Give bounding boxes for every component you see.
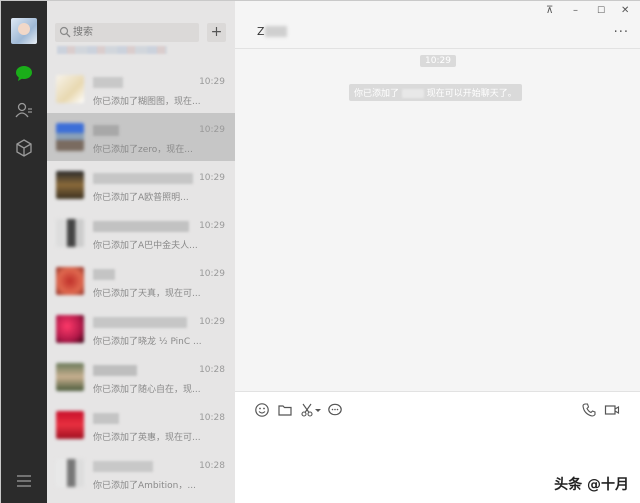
item-preview: 你已添加了随心自在，现... (93, 385, 201, 395)
chat-bubble-icon[interactable] (327, 402, 343, 418)
conversation-list: + 10:29 你已添加了糊图图，现在... 10:29 你已添加了zero，现… (47, 1, 235, 503)
contact-name (93, 317, 187, 328)
item-preview: 你已添加了晓龙 ½ PinC ... (93, 337, 202, 347)
item-preview: 你已添加了A欧普照明... (93, 193, 189, 203)
item-time: 10:29 (199, 221, 225, 231)
contact-avatar (56, 75, 84, 103)
system-message-suffix: 现在可以开始聊天了。 (426, 89, 517, 99)
system-message-prefix: 你已添加了 (354, 89, 400, 99)
pixelated-name (265, 26, 287, 37)
contact-name (93, 221, 189, 232)
contact-avatar (56, 315, 84, 343)
search-box[interactable] (55, 23, 199, 42)
chat-icon[interactable] (14, 63, 34, 83)
contact-name (93, 461, 153, 472)
item-preview: 你已添加了A巴中金夫人... (93, 241, 198, 251)
conversation-item[interactable]: 10:29 你已添加了糊图图，现在... (47, 65, 235, 113)
favorites-cube-icon[interactable] (14, 138, 34, 158)
item-preview: 你已添加了天真，现在可... (93, 289, 201, 299)
watermark: 头条 @十月 (554, 477, 629, 493)
pixelated-row (57, 46, 167, 54)
message-timestamp: 10:29 (420, 55, 456, 67)
conversation-item[interactable]: 10:28 你已添加了Ambition，... (47, 449, 235, 497)
contact-name (93, 269, 115, 280)
chat-title: Z (257, 25, 265, 38)
wechat-window: + 10:29 你已添加了糊图图，现在... 10:29 你已添加了zero，现… (0, 0, 640, 503)
item-preview: 你已添加了Ambition，... (93, 481, 196, 491)
contact-name (93, 125, 119, 136)
phone-icon[interactable] (581, 402, 597, 418)
item-time: 10:29 (199, 77, 225, 87)
conversation-item[interactable]: 10:29 你已添加了晓龙 ½ PinC ... (47, 305, 235, 353)
emoji-icon[interactable] (254, 402, 270, 418)
contact-name (93, 365, 137, 376)
item-time: 10:29 (199, 317, 225, 327)
item-preview: 你已添加了英惠，现在可... (93, 433, 201, 443)
contact-avatar (56, 411, 84, 439)
item-time: 10:29 (199, 173, 225, 183)
item-time: 10:28 (199, 413, 225, 423)
menu-icon[interactable] (14, 471, 34, 491)
system-message: 你已添加了 现在可以开始聊天了。 (349, 84, 522, 101)
item-time: 10:28 (199, 365, 225, 375)
contacts-icon[interactable] (14, 100, 34, 120)
add-button[interactable]: + (207, 23, 226, 42)
search-input[interactable] (73, 23, 195, 42)
item-time: 10:29 (199, 125, 225, 135)
chevron-down-icon[interactable] (314, 402, 322, 418)
pixelated-name (401, 89, 424, 98)
chat-panel: ⊼ – ☐ ✕ Z ··· 10:29 你已添加了 现在可以开始聊天了。 头条 … (235, 1, 640, 503)
item-time: 10:29 (199, 269, 225, 279)
item-preview: 你已添加了糊图图，现在... (93, 97, 201, 107)
left-nav (1, 1, 47, 503)
video-call-icon[interactable] (604, 402, 620, 418)
contact-name (93, 413, 119, 424)
more-icon[interactable]: ··· (614, 26, 629, 39)
contact-name (93, 173, 193, 184)
contact-avatar (56, 363, 84, 391)
contact-name (93, 77, 123, 88)
conversation-item[interactable]: 10:29 你已添加了A欧普照明... (47, 161, 235, 209)
item-time: 10:28 (199, 461, 225, 471)
conversation-item[interactable]: 10:28 你已添加了英惠，现在可... (47, 401, 235, 449)
contact-avatar (56, 123, 84, 151)
contact-avatar (56, 171, 84, 199)
my-avatar[interactable] (11, 18, 37, 44)
conversation-item[interactable]: 10:29 你已添加了zero，现在... (47, 113, 235, 161)
conversation-item[interactable]: 10:28 你已添加了随心自在，现... (47, 353, 235, 401)
contact-avatar (56, 267, 84, 295)
contact-avatar (56, 219, 84, 247)
item-preview: 你已添加了zero，现在... (93, 145, 193, 155)
chat-header: Z ··· (235, 1, 640, 49)
folder-icon[interactable] (277, 402, 293, 418)
search-icon (59, 26, 71, 38)
conversation-item[interactable]: 10:29 你已添加了天真，现在可... (47, 257, 235, 305)
conversation-item[interactable]: 10:29 你已添加了A巴中金夫人... (47, 209, 235, 257)
contact-avatar (56, 459, 84, 487)
